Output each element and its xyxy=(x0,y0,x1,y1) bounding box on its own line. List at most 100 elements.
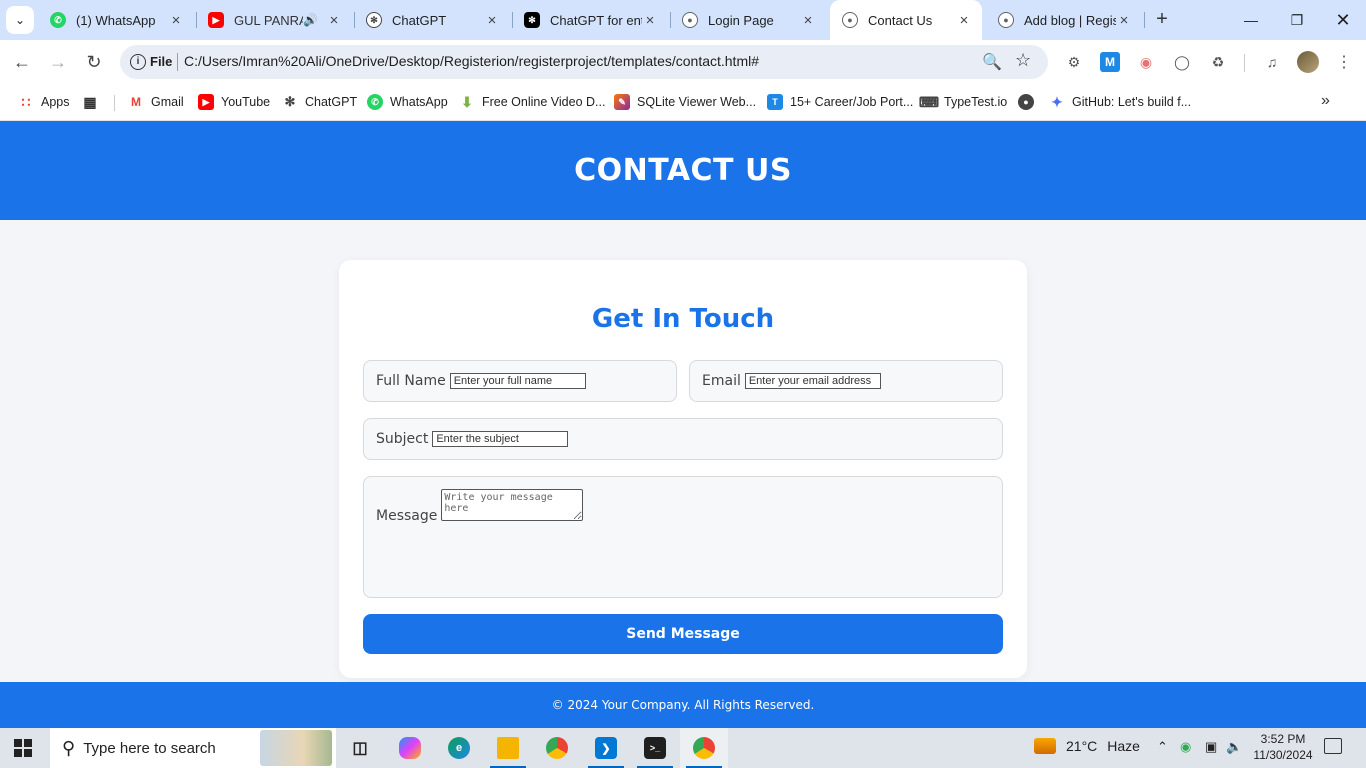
back-button[interactable]: ← xyxy=(10,50,34,74)
zoom-icon[interactable]: 🔍 xyxy=(982,52,1002,72)
tray-chevron-up-icon[interactable]: ⌃ xyxy=(1157,739,1168,755)
bookmark-chatgpt[interactable]: ✻ ChatGPT xyxy=(282,93,358,111)
full-name-input[interactable] xyxy=(449,373,586,389)
email-input[interactable] xyxy=(744,373,881,389)
copilot-button[interactable] xyxy=(386,728,434,768)
tray-chrome-icon[interactable]: ◉ xyxy=(1180,739,1191,755)
notification-icon[interactable] xyxy=(1324,738,1342,754)
task-view-button[interactable]: ◫ xyxy=(336,728,384,768)
globe-icon: ● xyxy=(682,12,698,28)
bookmark-globe[interactable]: ● xyxy=(1018,93,1041,111)
file-explorer-icon xyxy=(497,737,519,759)
address-bar[interactable]: i File C:/Users/Imran%20Ali/OneDrive/Des… xyxy=(120,45,1048,79)
close-icon[interactable]: × xyxy=(168,12,184,29)
bookmark-label: ChatGPT xyxy=(305,95,358,109)
extension-camera-icon[interactable]: ◉ xyxy=(1136,52,1156,72)
tab-add-blog[interactable]: ● Add blog | Regis × xyxy=(986,0,1142,40)
subject-group: Subject xyxy=(363,418,1003,460)
taskbar-search-box[interactable]: ⚲ Type here to search xyxy=(50,728,336,768)
copyright-text: © 2024 Your Company. All Rights Reserved… xyxy=(551,698,815,712)
bookmark-label: SQLite Viewer Web... xyxy=(637,95,757,109)
bookmark-label: TypeTest.io xyxy=(944,95,1008,109)
arrow-left-icon: ← xyxy=(13,52,31,72)
bookmark-whatsapp[interactable]: ✆ WhatsApp xyxy=(367,93,448,111)
extension-grammarly-icon[interactable]: ◯ xyxy=(1172,52,1192,72)
message-textarea[interactable] xyxy=(441,489,584,521)
email-group: Email xyxy=(689,360,1003,402)
weather-widget[interactable]: 21°C Haze xyxy=(1034,738,1140,754)
media-controls-icon[interactable]: ♫ xyxy=(1262,52,1282,72)
t-logo-icon: T xyxy=(767,94,783,110)
tab-whatsapp[interactable]: ✆ (1) WhatsApp × xyxy=(38,0,194,40)
bookmarks-bar: ∷ Apps ▦ M Gmail ▶ YouTube ✻ ChatGPT ✆ W… xyxy=(0,84,1366,121)
avatar xyxy=(1297,51,1319,73)
terminal-icon: >_ xyxy=(644,737,666,759)
chrome-profile-button[interactable] xyxy=(680,728,728,768)
keyboard-icon: ⌨ xyxy=(918,93,940,110)
speaker-icon[interactable]: 🔊 xyxy=(303,13,318,27)
minimize-button[interactable]: — xyxy=(1228,0,1274,40)
chrome-button[interactable] xyxy=(533,728,581,768)
file-explorer-button[interactable] xyxy=(484,728,532,768)
profile-avatar[interactable] xyxy=(1297,51,1319,73)
tray-meet-icon[interactable]: ▣ xyxy=(1205,739,1217,755)
vscode-button[interactable]: ❯ xyxy=(582,728,630,768)
close-icon[interactable]: × xyxy=(326,12,342,29)
weather-condition: Haze xyxy=(1107,738,1140,754)
info-icon[interactable]: i xyxy=(130,54,146,70)
close-icon[interactable]: × xyxy=(642,12,658,29)
forward-button[interactable]: → xyxy=(46,50,70,74)
close-icon[interactable]: × xyxy=(1116,12,1132,29)
close-icon[interactable]: × xyxy=(484,12,500,29)
close-icon[interactable]: × xyxy=(800,12,816,29)
terminal-button[interactable]: >_ xyxy=(631,728,679,768)
bookmark-gmail[interactable]: M Gmail xyxy=(128,93,184,111)
message-label: Message xyxy=(376,508,438,524)
arrow-right-icon: → xyxy=(49,52,67,72)
close-icon[interactable]: × xyxy=(956,12,972,29)
new-tab-button[interactable]: + xyxy=(1150,8,1174,32)
restore-button[interactable]: ❐ xyxy=(1274,0,1320,40)
page-title: CONTACT US xyxy=(574,153,792,188)
tab-search-dropdown[interactable]: ⌄ xyxy=(6,6,34,34)
bookmark-label: Gmail xyxy=(151,95,184,109)
bookmark-sqlite-viewer[interactable]: ✎ SQLite Viewer Web... xyxy=(614,93,756,111)
extensions-puzzle-icon[interactable]: ♻ xyxy=(1208,52,1228,72)
extension-m-icon[interactable]: M xyxy=(1100,52,1120,72)
windows-start-icon[interactable] xyxy=(14,739,32,757)
close-window-button[interactable]: ✕ xyxy=(1320,0,1366,40)
tab-chatgpt[interactable]: ✻ ChatGPT × xyxy=(354,0,510,40)
whatsapp-icon: ✆ xyxy=(50,12,66,28)
bookmark-typetest[interactable]: ⌨ TypeTest.io xyxy=(918,93,1008,111)
tab-title: Add blog | Regis xyxy=(1024,12,1116,28)
kebab-menu-icon[interactable]: ⋮ xyxy=(1334,52,1354,72)
youtube-icon: ▶ xyxy=(208,12,224,28)
bookmark-apps[interactable]: ∷ Apps xyxy=(18,93,70,111)
subject-input[interactable] xyxy=(432,431,569,447)
taskbar-clock[interactable]: 3:52 PM 11/30/2024 xyxy=(1244,731,1322,763)
contact-form-card: Get In Touch Full Name Email Subject Mes… xyxy=(339,260,1027,678)
tab-login-page[interactable]: ● Login Page × xyxy=(670,0,826,40)
url-scheme-label: File xyxy=(150,54,173,69)
edge-button[interactable]: e xyxy=(435,728,483,768)
bookmarks-overflow-icon[interactable]: » xyxy=(1321,92,1330,110)
bookmark-label: 15+ Career/Job Port... xyxy=(790,95,914,109)
tab-contact-us[interactable]: ● Contact Us × xyxy=(830,0,982,40)
volume-icon[interactable]: 🔈 xyxy=(1226,739,1242,755)
tab-chatgpt-enterprise[interactable]: ✻ ChatGPT for ent × xyxy=(512,0,668,40)
url-text[interactable]: C:/Users/Imran%20Ali/OneDrive/Desktop/Re… xyxy=(184,53,759,69)
page-header: CONTACT US xyxy=(0,121,1366,220)
send-message-button[interactable]: Send Message xyxy=(363,614,1003,654)
bookmark-star-icon[interactable]: ☆ xyxy=(1015,50,1031,71)
bookmark-career-portals[interactable]: T 15+ Career/Job Port... xyxy=(767,93,913,111)
globe-icon: ● xyxy=(998,12,1014,28)
bookmark-video-downloader[interactable]: ⬇ Free Online Video D... xyxy=(459,93,605,111)
tab-youtube[interactable]: ▶ GUL PANRA 🔊 × xyxy=(196,0,352,40)
bookmark-youtube[interactable]: ▶ YouTube xyxy=(198,93,270,111)
bookmark-github[interactable]: ✦ GitHub: Let's build f... xyxy=(1049,93,1191,111)
reload-button[interactable]: ↻ xyxy=(82,50,106,74)
extension-gear-icon[interactable]: ⚙ xyxy=(1064,52,1084,72)
tab-title: ChatGPT for ent xyxy=(550,12,642,28)
bookmark-tab-groups[interactable]: ▦ xyxy=(82,93,105,111)
browser-tab-strip: ⌄ ✆ (1) WhatsApp × ▶ GUL PANRA 🔊 × ✻ Cha… xyxy=(0,0,1366,40)
